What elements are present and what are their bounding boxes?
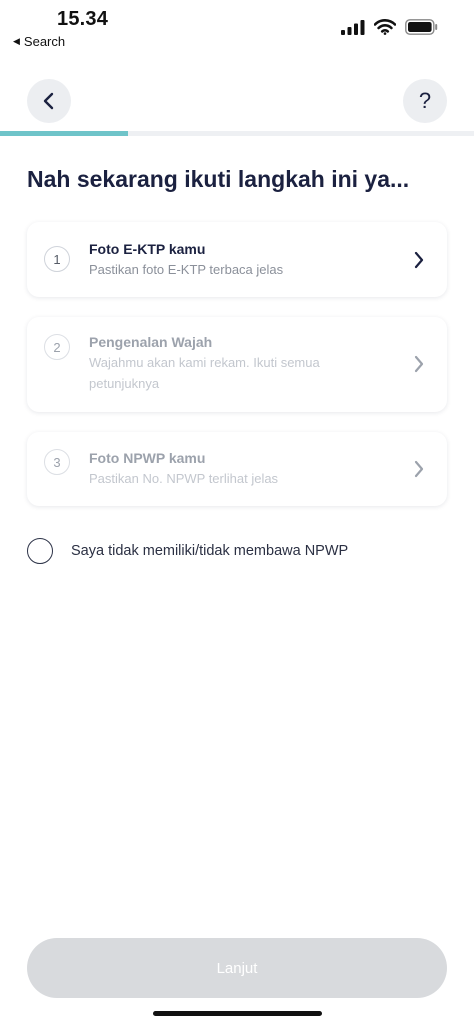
chevron-left-icon	[43, 92, 54, 110]
step-number-badge: 3	[44, 449, 70, 475]
status-icons	[341, 19, 438, 35]
step-card-face-recognition[interactable]: 2 Pengenalan Wajah Wajahmu akan kami rek…	[27, 317, 447, 412]
page-title: Nah sekarang ikuti langkah ini ya...	[27, 166, 410, 192]
back-button[interactable]	[27, 79, 71, 123]
no-npwp-option[interactable]: Saya tidak memiliki/tidak membawa NPWP	[27, 538, 348, 564]
back-to-app-label: Search	[23, 34, 66, 49]
wifi-icon	[374, 19, 396, 35]
cellular-signal-icon	[341, 19, 365, 35]
back-triangle-icon: ◀	[13, 36, 20, 46]
continue-label: Lanjut	[216, 959, 258, 977]
no-npwp-label: Saya tidak memiliki/tidak membawa NPWP	[71, 543, 349, 559]
step-number-badge: 1	[44, 246, 70, 272]
back-to-app-link[interactable]: ◀ Search	[13, 34, 65, 49]
status-bar: 15.34 ◀ Search	[0, 0, 474, 56]
progress-fill	[0, 131, 128, 136]
step-title: Foto E-KTP kamu	[89, 241, 206, 257]
step-number-badge: 2	[44, 334, 70, 360]
home-indicator	[153, 1011, 322, 1016]
status-time: 15.34	[57, 8, 109, 30]
step-subtitle: Pastikan foto E-KTP terbaca jelas	[89, 262, 284, 277]
step-card-ktp-photo[interactable]: 1 Foto E-KTP kamu Pastikan foto E-KTP te…	[27, 222, 447, 297]
step-title: Pengenalan Wajah	[89, 334, 213, 350]
battery-icon	[405, 19, 438, 35]
continue-button[interactable]: Lanjut	[27, 938, 447, 998]
chevron-right-icon	[414, 460, 424, 478]
chevron-right-icon	[414, 251, 424, 269]
step-subtitle: Wajahmu akan kami rekam. Ikuti semua pet…	[89, 355, 320, 391]
help-button[interactable]: ?	[403, 79, 447, 123]
chevron-right-icon	[414, 355, 424, 373]
step-subtitle: Pastikan No. NPWP terlihat jelas	[89, 471, 279, 486]
no-npwp-radio[interactable]	[27, 538, 53, 564]
step-title: Foto NPWP kamu	[89, 450, 206, 466]
progress-bar	[0, 131, 474, 136]
help-icon: ?	[418, 88, 432, 113]
step-card-npwp-photo[interactable]: 3 Foto NPWP kamu Pastikan No. NPWP terli…	[27, 432, 447, 506]
